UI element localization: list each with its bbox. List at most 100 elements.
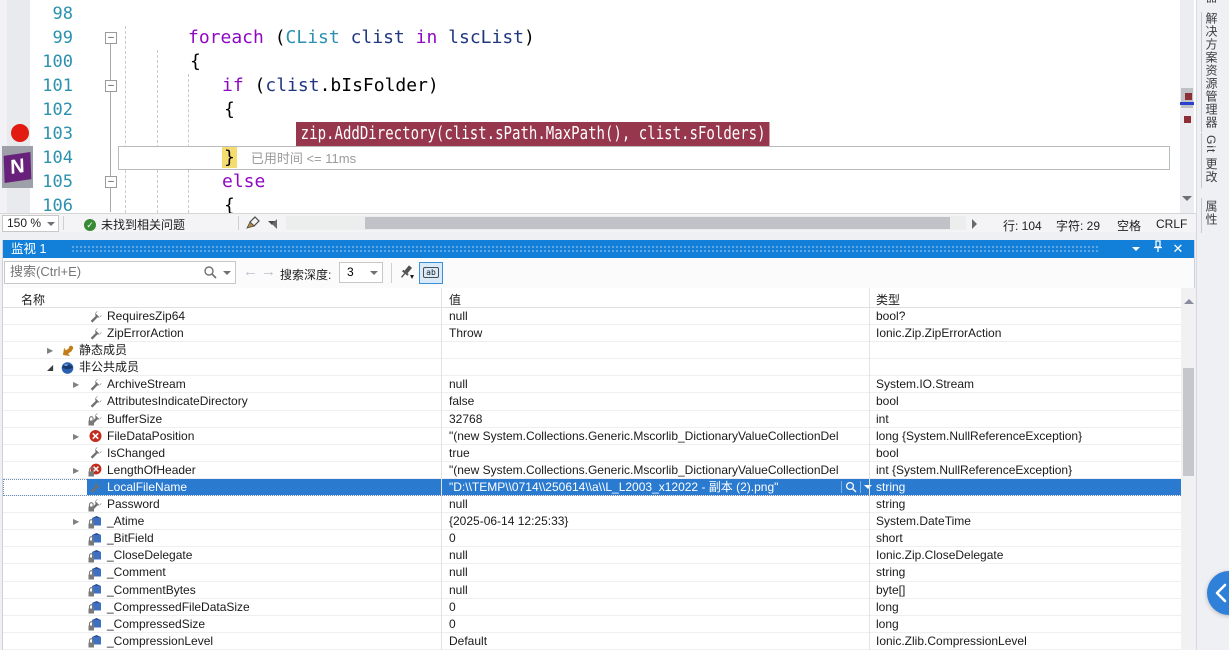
watch-row[interactable]: LocalFileName"D:\\TEMP\\0714\\250614\\a\…	[3, 479, 1181, 496]
code-text[interactable]: else	[222, 170, 265, 194]
watch-row[interactable]: _CompressedSize0long	[3, 616, 1181, 633]
magnifier-icon[interactable]	[845, 481, 857, 493]
editor-vertical-scrollbar[interactable]	[1180, 0, 1194, 213]
value-visualizer-control[interactable]	[841, 480, 872, 495]
fold-collapse-icon[interactable]: –	[105, 32, 117, 44]
watch-value[interactable]: null	[449, 565, 844, 580]
code-line-98[interactable]: 98	[0, 2, 1180, 26]
watch-value[interactable]: "(new System.Collections.Generic.Mscorli…	[449, 429, 844, 444]
watch-row[interactable]: ▶ LengthOfHeader "(new System.Collections.…	[3, 462, 1181, 479]
code-line-102[interactable]: 102{	[0, 98, 1180, 122]
watch-value[interactable]: Default	[449, 634, 844, 649]
fold-collapse-icon[interactable]: –	[105, 80, 117, 92]
watch-value[interactable]: "(new System.Collections.Generic.Mscorli…	[449, 463, 844, 478]
watch-row[interactable]: Passwordnullstring	[3, 496, 1181, 513]
horizontal-scrollbar[interactable]	[286, 216, 966, 230]
watch-name[interactable]: LocalFileName	[107, 480, 187, 495]
watch-name[interactable]: 静态成员	[79, 343, 127, 358]
code-text[interactable]: }已用时间 <= 11ms	[222, 146, 356, 171]
tab-properties[interactable]: 属性	[1203, 200, 1220, 226]
scroll-left-arrow-icon[interactable]	[272, 219, 277, 229]
watch-name[interactable]: _CompressedFileDataSize	[107, 600, 250, 615]
watch-vertical-scrollbar[interactable]	[1181, 288, 1196, 650]
watch-name[interactable]: _CompressedSize	[107, 617, 205, 632]
watch-row[interactable]: _BitField0short	[3, 530, 1181, 547]
watch-value[interactable]: Throw	[449, 326, 844, 341]
watch-name[interactable]: Password	[107, 497, 160, 512]
chevron-down-icon[interactable]	[864, 485, 872, 493]
watch-name[interactable]: FileDataPosition	[107, 429, 194, 444]
expand-expander-icon[interactable]: ▶	[73, 517, 79, 526]
watch-row[interactable]: ZipErrorActionThrowIonic.Zip.ZipErrorAct…	[3, 325, 1181, 342]
expand-expander-icon[interactable]: ▶	[73, 432, 79, 441]
zoom-dropdown[interactable]: 150 %	[2, 215, 59, 232]
search-input[interactable]	[10, 264, 190, 279]
watch-name[interactable]: 非公共成员	[79, 360, 139, 375]
watch-name[interactable]: IsChanged	[107, 446, 165, 461]
code-text[interactable]: {	[224, 98, 235, 122]
watch-name[interactable]: _Comment	[107, 565, 166, 580]
expand-expander-icon[interactable]: ▶	[47, 346, 53, 355]
watch-value[interactable]: null	[449, 548, 844, 563]
watch-name[interactable]: _BitField	[107, 531, 154, 546]
code-lines[interactable]: 9899–foreach (CList clist in lscList)100…	[0, 2, 1180, 218]
scrollbar-thumb[interactable]	[365, 217, 950, 229]
close-window-button[interactable]: ✕	[1170, 240, 1186, 258]
watch-name[interactable]: RequiresZip64	[107, 309, 185, 324]
watch-value[interactable]: 0	[449, 600, 844, 615]
code-line-103[interactable]: 103zip.AddDirectory(clist.sPath.MaxPath(…	[0, 122, 1180, 146]
collapse-expander-icon[interactable]: ◢	[47, 363, 53, 372]
watch-row[interactable]: ▶_Atime{2025-06-14 12:25:33}System.DateT…	[3, 513, 1181, 530]
chevron-down-icon[interactable]	[223, 271, 231, 279]
watch-name[interactable]: LengthOfHeader	[107, 463, 196, 478]
scroll-right-arrow-icon[interactable]	[972, 219, 977, 229]
watch-value[interactable]: true	[449, 446, 844, 461]
code-line-105[interactable]: 105–else	[0, 170, 1180, 194]
pin-window-button[interactable]	[1150, 240, 1166, 258]
watch-row[interactable]: ▶ FileDataPosition "(new System.Collection…	[3, 428, 1181, 445]
watch-row[interactable]: _CompressionLevelDefaultIonic.Zlib.Compr…	[3, 633, 1181, 650]
watch-row[interactable]: RequiresZip64nullbool?	[3, 308, 1181, 325]
watch-row[interactable]: ▶ArchiveStreamnullSystem.IO.Stream	[3, 376, 1181, 393]
perf-tip[interactable]: 已用时间 <= 11ms	[251, 151, 356, 166]
watch-title-bar[interactable]: 监视 1 ✕	[3, 240, 1194, 258]
code-line-100[interactable]: 100{	[0, 50, 1180, 74]
watch-row[interactable]: BufferSize32768int	[3, 411, 1181, 428]
code-line-101[interactable]: 101–if (clist.bIsFolder)	[0, 74, 1180, 98]
watch-value[interactable]: null	[449, 583, 844, 598]
watch-name[interactable]: _Atime	[107, 514, 144, 529]
breakpoint-icon[interactable]	[11, 124, 29, 142]
scrollbar-thumb[interactable]	[1183, 368, 1194, 476]
scroll-up-arrow-icon[interactable]	[1184, 294, 1194, 304]
watch-row[interactable]: _CompressedFileDataSize0long	[3, 599, 1181, 616]
code-line-99[interactable]: 99–foreach (CList clist in lscList)	[0, 26, 1180, 50]
column-header-value[interactable]: 值	[449, 291, 461, 308]
document-health-indicator[interactable]: ✓ 未找到相关问题	[84, 216, 185, 233]
watch-row[interactable]: _CloseDelegatenullIonic.Zip.CloseDelegat…	[3, 547, 1181, 564]
fold-collapse-icon[interactable]: –	[105, 176, 117, 188]
watch-name[interactable]: AttributesIndicateDirectory	[107, 394, 248, 409]
expand-expander-icon[interactable]: ▶	[73, 466, 79, 475]
watch-value[interactable]: null	[449, 309, 844, 324]
code-text[interactable]: {	[190, 50, 201, 74]
watch-name[interactable]: _CloseDelegate	[107, 548, 192, 563]
watch-row[interactable]: ◢ 非公共成员	[3, 359, 1181, 376]
watch-name[interactable]: ZipErrorAction	[107, 326, 184, 341]
column-header-type[interactable]: 类型	[876, 291, 900, 308]
watch-name[interactable]: ArchiveStream	[107, 377, 186, 392]
watch-row[interactable]: _CommentBytesnullbyte[]	[3, 582, 1181, 599]
watch-row[interactable]: AttributesIndicateDirectoryfalsebool	[3, 393, 1181, 410]
status-spaces-indicator[interactable]: 空格	[1117, 217, 1141, 234]
watch-value[interactable]: null	[449, 377, 844, 392]
watch-value[interactable]: 0	[449, 617, 844, 632]
watch-row[interactable]: _Commentnullstring	[3, 564, 1181, 581]
watch-search-box[interactable]	[4, 261, 236, 284]
watch-row[interactable]: IsChangedtruebool	[3, 445, 1181, 462]
column-separator[interactable]	[441, 288, 442, 308]
watch-value[interactable]: {2025-06-14 12:25:33}	[449, 514, 844, 529]
watch-row[interactable]: ▶ 静态成员	[3, 342, 1181, 359]
code-text[interactable]: zip.AddDirectory(clist.sPath.MaxPath(), …	[296, 122, 903, 146]
search-depth-dropdown[interactable]: 3	[339, 262, 383, 283]
search-back-arrow-icon[interactable]: ←	[243, 263, 258, 280]
watch-name[interactable]: _CompressionLevel	[107, 634, 213, 649]
